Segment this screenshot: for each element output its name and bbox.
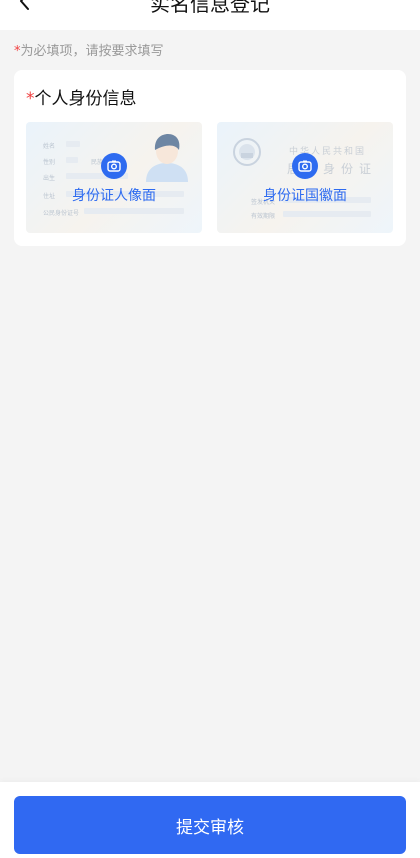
id-card-front-caption: 身份证人像面	[72, 188, 156, 204]
field-placeholder	[66, 157, 78, 163]
required-asterisk: *	[26, 89, 35, 109]
section-title: *个人身份信息	[26, 84, 137, 109]
top-bar: 实名信息登记	[0, 0, 420, 30]
field-placeholder	[84, 208, 184, 214]
id-card-back-caption: 身份证国徽面	[263, 188, 347, 204]
portrait-placeholder-icon	[144, 132, 190, 186]
required-notice: *为必填项，请按要求填写	[14, 40, 164, 59]
field-placeholder	[66, 141, 80, 147]
submit-review-button[interactable]: 提交审核	[14, 796, 406, 854]
identity-info-card: *个人身份信息 姓名 性别 民族 出生 住址 公民身份证号 身份证人像面 中华人…	[14, 70, 406, 246]
camera-icon[interactable]	[292, 153, 318, 179]
page-title: 实名信息登记	[150, 0, 270, 16]
id-card-front-upload[interactable]: 姓名 性别 民族 出生 住址 公民身份证号 身份证人像面	[26, 122, 202, 233]
camera-icon[interactable]	[101, 153, 127, 179]
national-emblem-icon	[232, 137, 262, 171]
field-label-gender: 性别	[43, 159, 56, 166]
notice-text: 为必填项，请按要求填写	[20, 44, 164, 59]
field-placeholder	[283, 211, 371, 217]
id-card-back-upload[interactable]: 中华人民共和国 居民身份证 签发机关 有效期限 身份证国徽面	[217, 122, 393, 233]
section-title-text: 个人身份信息	[34, 89, 137, 109]
field-label-birth: 出生	[43, 175, 56, 182]
footer-bar: 提交审核	[0, 782, 420, 858]
field-label-validity: 有效期限	[251, 213, 276, 220]
field-label-id-number: 公民身份证号	[43, 210, 80, 217]
field-label-name: 姓名	[43, 143, 56, 150]
